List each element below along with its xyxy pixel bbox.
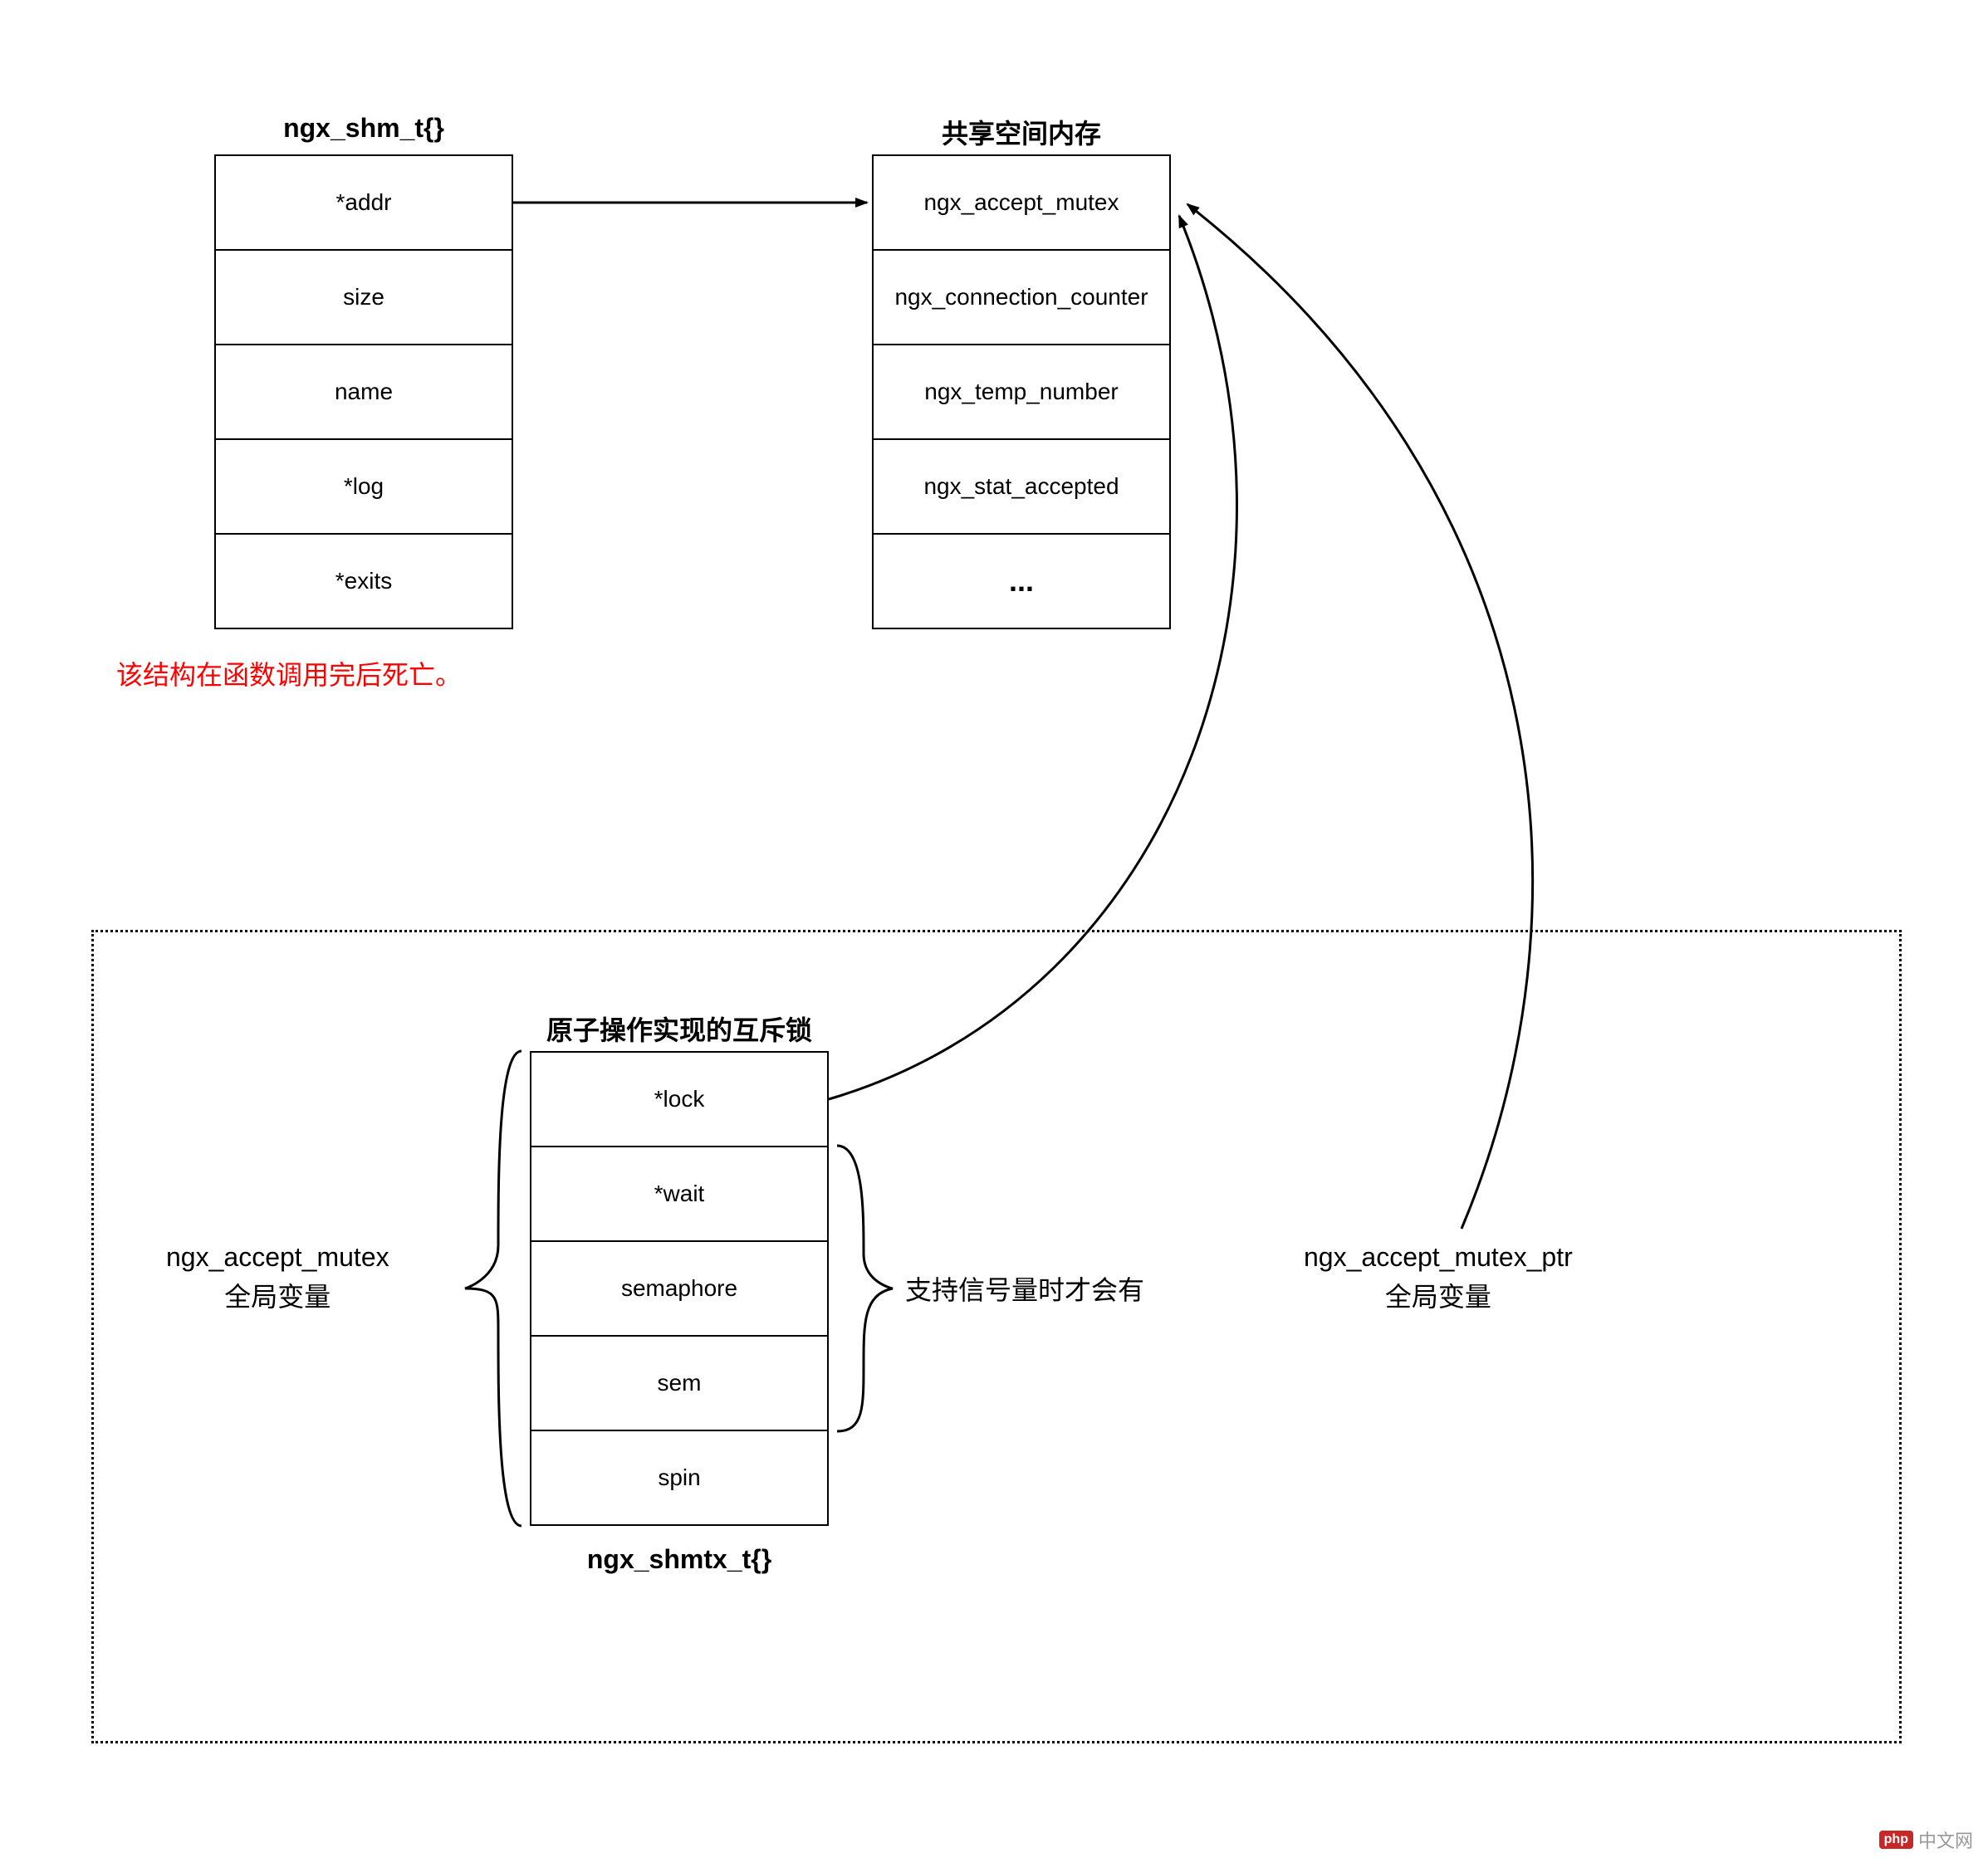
struct2-title-bottom: ngx_shmtx_t{} <box>530 1544 829 1575</box>
label-right-var-line1: ngx_accept_mutex_ptr <box>1304 1242 1573 1272</box>
label-left-line2: 全局变量 <box>224 1282 331 1312</box>
label-right-brace: 支持信号量时才会有 <box>905 1270 1144 1310</box>
label-left: ngx_accept_mutex 全局变量 <box>166 1237 389 1317</box>
shared-field-ellipsis: ... <box>872 533 1171 629</box>
shared-field-temp: ngx_temp_number <box>872 344 1171 440</box>
dotted-container <box>91 930 1902 1743</box>
struct1-note: 该结构在函数调用完后死亡。 <box>116 654 462 692</box>
struct2-field-spin: spin <box>530 1430 829 1526</box>
struct2-title-top: 原子操作实现的互斥锁 <box>530 1010 829 1048</box>
struct1-field-name: name <box>214 344 513 440</box>
shared-title: 共享空间内存 <box>872 113 1171 151</box>
struct1-field-size: size <box>214 249 513 345</box>
label-left-line1: ngx_accept_mutex <box>166 1242 389 1272</box>
watermark: php 中文网 <box>1879 1826 1973 1853</box>
struct1-field-log: *log <box>214 438 513 535</box>
shared-field-mutex: ngx_accept_mutex <box>872 154 1171 251</box>
struct1-field-addr: *addr <box>214 154 513 251</box>
struct2-field-wait: *wait <box>530 1146 829 1242</box>
struct2-field-sem: sem <box>530 1335 829 1431</box>
struct2-field-semaphore: semaphore <box>530 1240 829 1337</box>
struct2-field-lock: *lock <box>530 1051 829 1147</box>
label-right-var: ngx_accept_mutex_ptr 全局变量 <box>1304 1237 1573 1317</box>
shared-field-accepted: ngx_stat_accepted <box>872 438 1171 535</box>
watermark-text: 中文网 <box>1918 1826 1973 1853</box>
shared-field-counter: ngx_connection_counter <box>872 249 1171 345</box>
struct1-title: ngx_shm_t{} <box>214 113 513 144</box>
struct1-field-exits: *exits <box>214 533 513 629</box>
watermark-badge: php <box>1879 1831 1913 1849</box>
label-right-var-line2: 全局变量 <box>1385 1282 1491 1312</box>
